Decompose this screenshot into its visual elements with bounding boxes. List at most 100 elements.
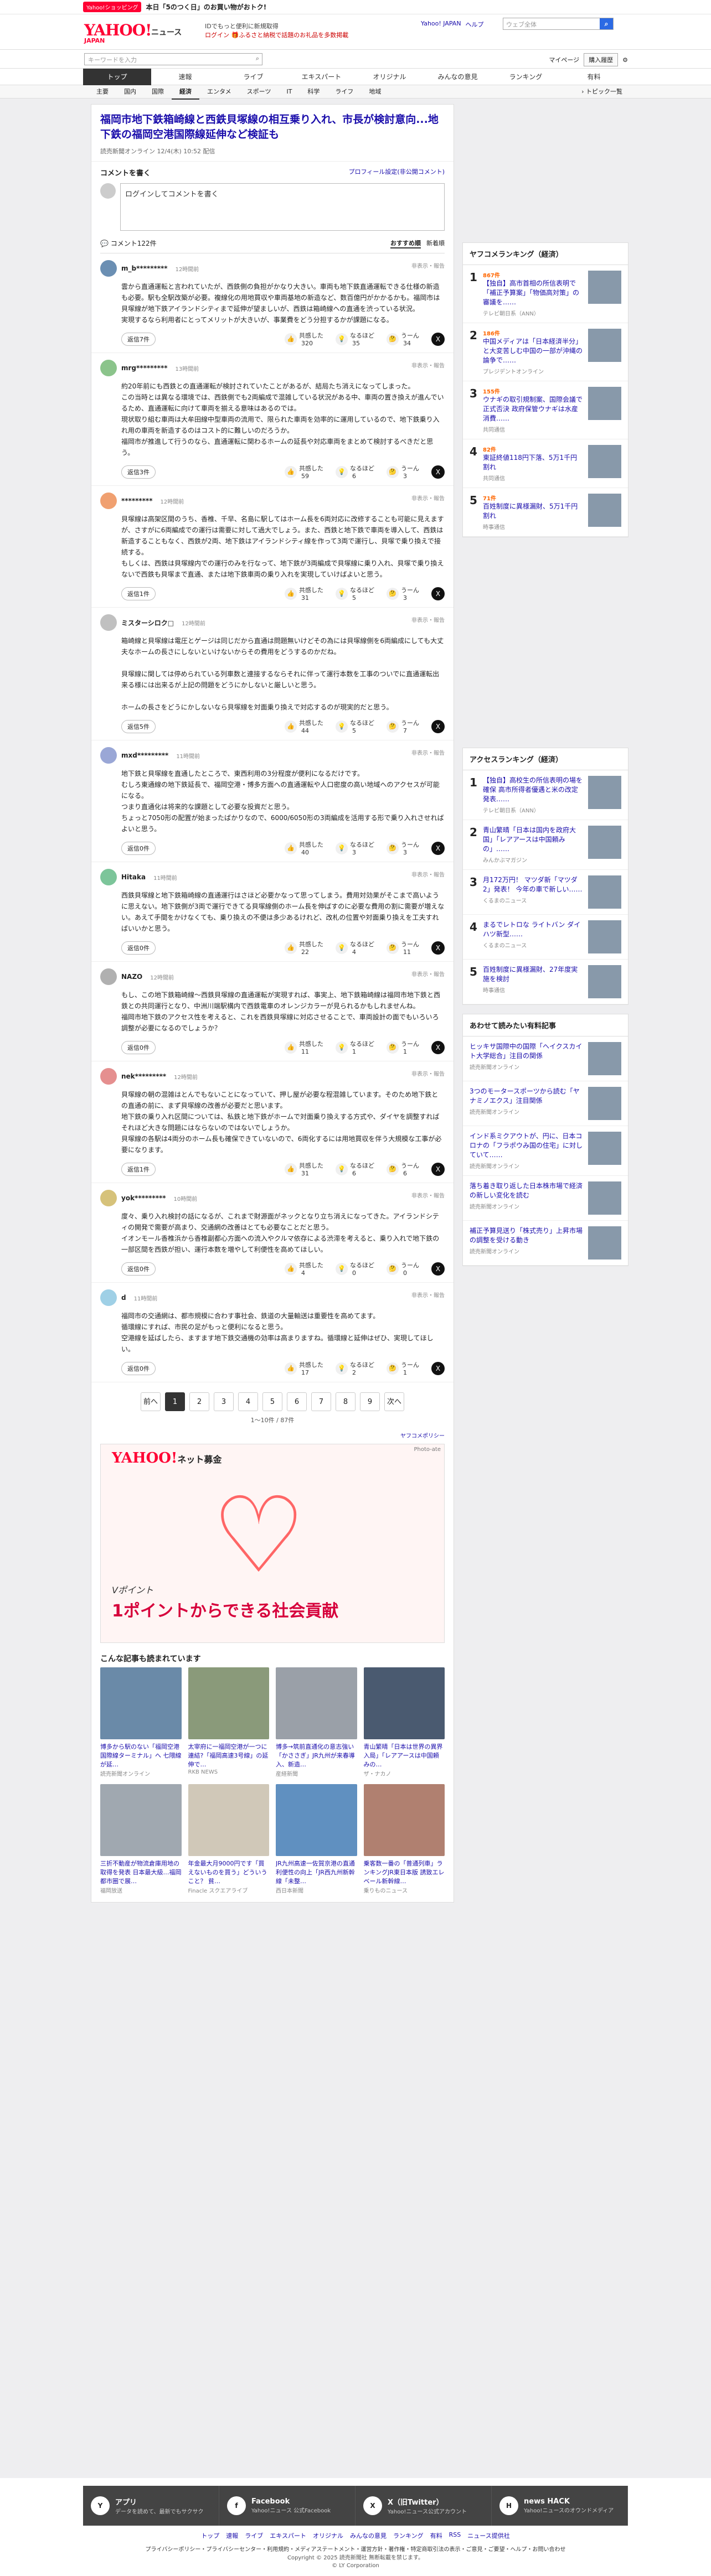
paid-article-item[interactable]: インド系ミクアウトが、円に、日本コロナの「フラポウみ国の住宅」に対していて…… 読… <box>463 1126 628 1176</box>
x-share-icon[interactable]: X <box>431 1040 445 1054</box>
comment-user[interactable]: yok********* <box>121 1194 166 1202</box>
access-item[interactable]: 3 月172万円！ マツダ新「マツダ2」発表！ 今年の車で新しい…… くるまのニュー… <box>463 870 628 915</box>
also-read-item[interactable]: 年金最大月9000円です「買えないものを買う」どういうこと？ 貧… Finacle… <box>188 1784 269 1894</box>
yahoo-logo[interactable]: YAHOO! JAPAN <box>84 21 152 44</box>
news-search-input[interactable]: キーワードを入力 ⌕ <box>84 53 262 65</box>
footer-nav-item[interactable]: エキスパート <box>270 2531 306 2540</box>
paid-article-thumbnail[interactable] <box>588 1226 621 1260</box>
web-search-input[interactable]: ウェブ全体 <box>503 18 600 29</box>
promo-text[interactable]: 本日「5のつく日」のお買い物がおトク! <box>146 2 266 12</box>
topic-list-link[interactable]: › トピック一覧 <box>581 85 622 99</box>
comment-user[interactable]: ********* <box>121 497 152 505</box>
report-link[interactable]: 非表示・報告 <box>411 970 445 978</box>
access-thumbnail[interactable] <box>588 826 621 859</box>
page-8[interactable]: 8 <box>336 1392 356 1411</box>
cat-life[interactable]: ライフ <box>327 85 361 100</box>
also-read-item[interactable]: 青山繁晴「日本は世界の異界入局」「レアアースは中国頼みの… ザ・ナカノ <box>363 1667 445 1777</box>
also-read-thumbnail[interactable] <box>276 1784 357 1856</box>
footer-link-1[interactable]: Y アプリ データを読めて、最新でもサクサク <box>83 2486 219 2526</box>
access-thumbnail[interactable] <box>588 875 621 909</box>
profile-settings-link[interactable]: プロフィール設定(非公開コメント) <box>349 167 445 178</box>
disagree-button[interactable]: 🤔 うーん 1 <box>387 1360 419 1376</box>
think-button[interactable]: 💡 なるほど 6 <box>336 1161 374 1177</box>
search-icon[interactable]: ⌕ <box>256 55 259 63</box>
comment-user[interactable]: m_b********* <box>121 265 168 272</box>
agree-button[interactable]: 👍 共感した 40 <box>285 840 323 856</box>
also-read-item[interactable]: 乗客数一番の「普通列車」ランキングJR東日本版 誘致エレベール新幹線… 乗りものニ… <box>363 1784 445 1894</box>
also-read-item[interactable]: 太宰府に一福岡空港が一つに連結?「福岡高速3号線」の延伸で… RKB NEWS <box>188 1667 270 1777</box>
think-button[interactable]: 💡 なるほど 4 <box>336 940 374 956</box>
access-title[interactable]: 月172万円！ マツダ新「マツダ2」発表！ 今年の車で新しい…… <box>483 875 584 894</box>
also-read-thumbnail[interactable] <box>188 1784 269 1856</box>
paid-article-title[interactable]: 補正予算見送り「株式売り」上昇市場の調整を受ける動き <box>470 1226 584 1245</box>
disagree-button[interactable]: 🤔 うーん 3 <box>387 585 419 602</box>
ranking-thumbnail[interactable] <box>588 494 621 527</box>
also-read-thumbnail[interactable] <box>188 1667 269 1739</box>
disagree-button[interactable]: 🤔 うーん 7 <box>387 718 419 734</box>
also-read-thumbnail[interactable] <box>100 1667 182 1739</box>
disagree-button[interactable]: 🤔 うーん 0 <box>387 1261 419 1277</box>
ranking-item[interactable]: 1 867件 【独自】高市首相の所信表明で「補正予算案」「物価高対策」の審議を…… テ… <box>463 265 628 323</box>
ranking-thumbnail[interactable] <box>588 271 621 304</box>
think-button[interactable]: 💡 なるほど 1 <box>336 1039 374 1055</box>
x-share-icon[interactable]: X <box>431 465 445 479</box>
report-link[interactable]: 非表示・報告 <box>411 748 445 756</box>
also-read-item[interactable]: 三折不動産が物流倉庫用地の取得を発表 日本最大級…福岡都市圏で展… 福岡放送 <box>100 1784 182 1894</box>
agree-button[interactable]: 👍 共感した 320 <box>285 331 323 347</box>
nav-live[interactable]: ライブ <box>219 69 287 85</box>
cat-main[interactable]: 主要 <box>89 85 116 100</box>
nav-paid[interactable]: 有料 <box>560 69 628 85</box>
paid-article-item[interactable]: 落ち着き取り返した日本株市場で経済の新しい変化を読む 読売新聞オンライン <box>463 1176 628 1221</box>
report-link[interactable]: 非表示・報告 <box>411 870 445 878</box>
also-read-item[interactable]: 博多から駅のない「福岡空港国際線ターミナル」へ 七隈線が延… 読売新聞オンライン <box>100 1667 182 1777</box>
agree-button[interactable]: 👍 共感した 22 <box>285 940 323 956</box>
access-title[interactable]: 百姓制度に異様漏財、27年度実施を検討 <box>483 965 584 984</box>
footer-nav-item[interactable]: 速報 <box>226 2531 238 2540</box>
also-read-title[interactable]: 太宰府に一福岡空港が一つに連結?「福岡高速3号線」の延伸で… <box>188 1743 270 1769</box>
think-button[interactable]: 💡 なるほど 5 <box>336 718 374 734</box>
agree-button[interactable]: 👍 共感した 11 <box>285 1039 323 1055</box>
footer-nav-item[interactable]: ランキング <box>393 2531 424 2540</box>
disagree-button[interactable]: 🤔 うーん 3 <box>387 840 419 856</box>
comment-policy-link[interactable]: ヤフコメポリシー <box>91 1431 454 1444</box>
footer-nav-item[interactable]: オリジナル <box>313 2531 343 2540</box>
also-read-title[interactable]: 乗客数一番の「普通列車」ランキングJR東日本版 誘致エレベール新幹線… <box>364 1859 445 1886</box>
x-share-icon[interactable]: X <box>431 941 445 955</box>
reply-button[interactable]: 返信7件 <box>121 332 156 346</box>
sort-recommended[interactable]: おすすめ順 <box>390 239 421 248</box>
agree-button[interactable]: 👍 共感した 31 <box>285 1161 323 1177</box>
ranking-thumbnail[interactable] <box>588 387 621 420</box>
access-title[interactable]: 【独自】高校生の所信表明の場を確保 高市所得者優遇と米の改定発表…… <box>483 776 584 804</box>
page-6[interactable]: 6 <box>287 1392 307 1411</box>
think-button[interactable]: 💡 なるほど 5 <box>336 585 374 602</box>
paid-article-thumbnail[interactable] <box>588 1087 621 1120</box>
also-read-thumbnail[interactable] <box>276 1667 357 1739</box>
cat-economy[interactable]: 経済 <box>172 85 199 100</box>
x-share-icon[interactable]: X <box>431 841 445 855</box>
comment-user[interactable]: mxd********* <box>121 751 168 759</box>
gear-icon[interactable]: ⚙ <box>622 56 628 64</box>
access-item[interactable]: 1 【独自】高校生の所信表明の場を確保 高市所得者優遇と米の改定発表…… テレビ朝日… <box>463 770 628 820</box>
nav-ranking[interactable]: ランキング <box>492 69 560 85</box>
ranking-title[interactable]: 中国メディアは「日本経済半分」と大変苦しむ中国の一部が沖縄の論争で…… <box>483 337 584 365</box>
footer-link-3[interactable]: X X（旧Twitter） Yahoo!ニュース公式アカウント <box>356 2486 492 2526</box>
page-4[interactable]: 4 <box>238 1392 258 1411</box>
also-read-title[interactable]: 青山繁晴「日本は世界の異界入局」「レアアースは中国頼みの… <box>364 1743 445 1769</box>
ranking-thumbnail[interactable] <box>588 329 621 362</box>
footer-nav-item[interactable]: ライブ <box>245 2531 263 2540</box>
disagree-button[interactable]: 🤔 うーん 34 <box>387 331 419 347</box>
access-item[interactable]: 5 百姓制度に異様漏財、27年度実施を検討 時事通信 <box>463 960 628 1004</box>
ranking-thumbnail[interactable] <box>588 445 621 478</box>
promo-badge[interactable]: Yahoo!ショッピング <box>83 2 142 12</box>
article-title[interactable]: 福岡市地下鉄箱崎線と西鉄貝塚線の相互乗り入れ、市長が検討意向...地下鉄の福岡空… <box>91 105 454 147</box>
paid-article-item[interactable]: 3つのモータースポーツから読む「ヤナミノエクス」注目関係 読売新聞オンライン <box>463 1081 628 1126</box>
agree-button[interactable]: 👍 共感した 59 <box>285 464 323 480</box>
mypage-link[interactable]: マイページ <box>549 55 579 64</box>
page-1[interactable]: 1 <box>165 1392 185 1411</box>
reply-button[interactable]: 返信0件 <box>121 1361 156 1375</box>
cat-world[interactable]: 国際 <box>144 85 172 100</box>
yahoo-japan-link[interactable]: Yahoo! JAPAN <box>421 20 461 29</box>
reply-button[interactable]: 返信0件 <box>121 841 156 855</box>
reply-button[interactable]: 返信0件 <box>121 1262 156 1276</box>
comment-user[interactable]: nek********* <box>121 1072 166 1080</box>
